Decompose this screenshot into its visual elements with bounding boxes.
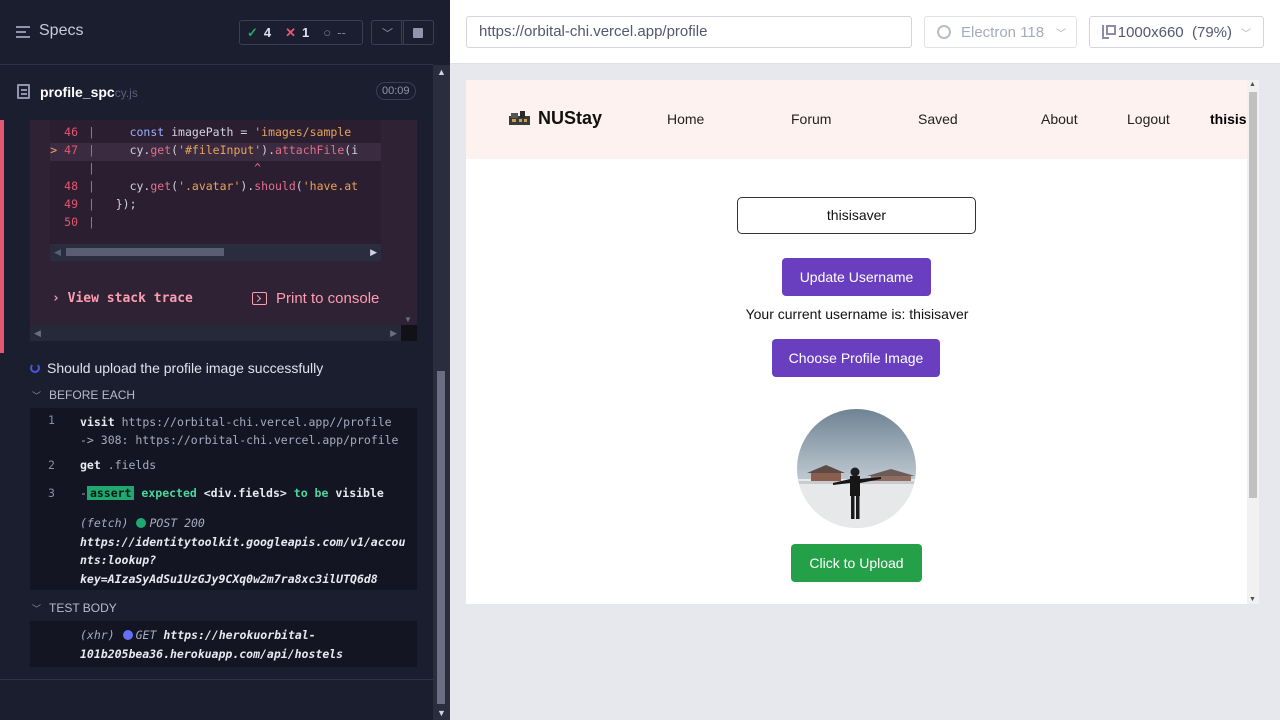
nav-logout[interactable]: Logout [1127,111,1170,127]
failure-indicator [0,120,4,353]
app-under-test-frame: NUStay Home Forum Saved About Logout thi… [466,80,1259,604]
chevron-down-icon: ﹀ [382,27,393,40]
running-test-title[interactable]: Should upload the profile image successf… [30,360,323,376]
scroll-down-icon: ▼ [437,708,446,718]
menu-icon [16,25,30,38]
chevron-down-icon: ﹀ [32,603,42,614]
spinner-icon: ○ [323,25,332,40]
scroll-thumb[interactable] [1249,92,1257,498]
avatar [797,409,916,528]
stop-icon [412,27,423,38]
viewport-icon [1102,25,1116,39]
nav-home[interactable]: Home [667,111,704,127]
divider [0,679,433,680]
chevron-down-icon: ﹀ [1241,28,1251,40]
test-stats: ✓ 4 ✕ 1 ○ -- [239,20,363,45]
document-icon [17,84,30,99]
scroll-thumb[interactable] [66,248,224,256]
code-line: 49 | }); [64,197,137,211]
pending-count: ○ -- [323,25,346,40]
scroll-down-icon: ▼ [404,315,412,324]
chevron-down-icon: ﹀ [32,390,42,401]
scroll-up-icon: ▲ [1249,81,1256,88]
scroll-right-icon: ▶ [370,247,377,257]
scroll-left-icon: ◀ [54,247,61,257]
status-dot-icon [136,518,147,528]
scroll-up-icon: ▲ [437,67,446,77]
check-icon: ✓ [247,24,258,40]
brand-logo-link[interactable]: NUStay [509,108,602,129]
choose-profile-image-button[interactable]: Choose Profile Image [772,339,940,377]
passed-count: ✓ 4 [247,24,272,41]
spec-file-name: profile_spccy.js [40,84,138,100]
scroll-left-icon: ◀ [34,328,41,338]
failed-count: ✕ 1 [285,24,310,41]
aut-toolbar: https://orbital-chi.vercel.app/profile E… [450,0,1280,64]
test-body-commands: (xhr) GET https://herokuorbital- 101b205b… [30,621,417,667]
before-each-hook-toggle[interactable]: ﹀ BEFORE EACH [32,387,135,403]
chevron-down-button[interactable]: ﹀ [371,20,404,45]
code-frame: 46 | const imagePath = 'images/sample > 4… [50,120,381,244]
reporter-vertical-scrollbar[interactable]: ▲ ▼ [433,65,450,720]
scroll-corner [401,325,417,341]
site-navbar: NUStay Home Forum Saved About Logout thi… [466,80,1259,159]
current-username-text: Your current username is: thisisaver [745,306,969,322]
scroll-thumb[interactable] [437,371,445,704]
code-line: | ^ [88,161,262,175]
terminal-icon [252,292,267,305]
error-vertical-scrollbar[interactable]: ▼ [401,120,417,324]
before-each-commands: 1 visit https://orbital-chi.vercel.app//… [30,408,417,590]
logo-icon [509,110,530,128]
failed-test-error: 46 | const imagePath = 'images/sample > 4… [0,120,433,353]
nav-about[interactable]: About [1041,111,1078,127]
nav-forum[interactable]: Forum [791,111,831,127]
click-to-upload-button[interactable]: Click to Upload [791,544,922,582]
browser-selector[interactable]: Electron 118 ﹀ [924,16,1077,48]
code-line: 48 | cy.get('.avatar').should('have.at [64,179,359,193]
code-line-highlighted: > 47 | cy.get('#fileInput').attachFile(i [50,143,381,161]
code-horizontal-scrollbar[interactable]: ◀ ▶ [50,244,381,261]
stop-button[interactable] [401,20,434,45]
code-line: 50 | [64,215,95,229]
specs-toggle[interactable]: Specs [16,22,83,40]
url-bar[interactable]: https://orbital-chi.vercel.app/profile [466,16,912,48]
electron-icon [937,25,951,39]
x-icon: ✕ [285,24,297,40]
viewport-selector[interactable]: 1000x660 (79%) ﹀ [1089,16,1264,48]
spec-duration: 00:09 [376,82,416,100]
scroll-right-icon: ▶ [390,328,397,338]
aut-vertical-scrollbar[interactable]: ▲ ▼ [1247,80,1259,604]
specs-title: Specs [39,22,84,39]
test-body-toggle[interactable]: ﹀ TEST BODY [32,600,117,616]
reporter-header: Specs ✓ 4 ✕ 1 ○ -- ﹀ [0,0,434,65]
print-to-console-button[interactable]: Print to console [252,290,379,307]
loading-spinner-icon [30,363,40,373]
chevron-right-icon: › [52,291,60,306]
reporter-panel: Specs ✓ 4 ✕ 1 ○ -- ﹀ profile_spccy.js 00:09… [0,0,450,720]
code-line: 46 | const imagePath = 'images/sample [64,125,352,139]
scroll-down-icon: ▼ [1249,596,1256,603]
view-stack-trace-link[interactable]: › View stack trace [52,291,193,306]
status-dot-icon [122,630,133,640]
chevron-down-icon: ﹀ [1056,28,1066,40]
nav-saved[interactable]: Saved [918,111,958,127]
spec-file-row[interactable]: profile_spccy.js 00:09 [0,75,433,109]
error-details: 46 | const imagePath = 'images/sample > 4… [30,120,417,340]
error-horizontal-scrollbar[interactable]: ◀ ▶ [30,325,417,341]
update-username-button[interactable]: Update Username [782,258,931,296]
username-input[interactable]: thisisaver [737,197,976,234]
